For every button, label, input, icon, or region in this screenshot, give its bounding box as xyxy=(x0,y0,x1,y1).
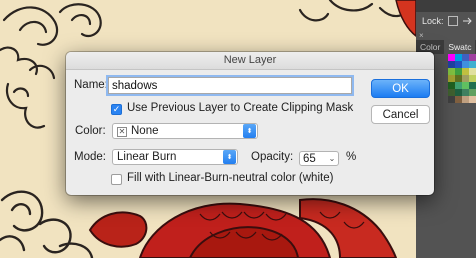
color-select[interactable]: ✕ None ⬍ xyxy=(112,123,258,139)
swatch[interactable] xyxy=(469,68,476,75)
swatch[interactable] xyxy=(448,82,455,89)
panel-top-strip xyxy=(416,0,476,12)
opacity-percent: % xyxy=(346,151,357,163)
swatch[interactable] xyxy=(462,89,469,96)
panel-close-icon[interactable]: × xyxy=(419,31,424,40)
lock-row: Lock: xyxy=(422,16,472,26)
swatch[interactable] xyxy=(448,61,455,68)
lock-position-icon[interactable] xyxy=(462,17,472,25)
opacity-label: Opacity: xyxy=(251,151,294,163)
swatch[interactable] xyxy=(462,68,469,75)
ok-button[interactable]: OK xyxy=(371,79,430,98)
color-label: Color: xyxy=(75,125,106,137)
swatch[interactable] xyxy=(469,89,476,96)
swatch[interactable] xyxy=(455,68,462,75)
swatch[interactable] xyxy=(462,54,469,61)
chevron-updown-icon: ⬍ xyxy=(223,150,236,164)
swatch[interactable] xyxy=(469,54,476,61)
blend-mode-select[interactable]: Linear Burn ⬍ xyxy=(112,149,238,165)
swatch[interactable] xyxy=(455,75,462,82)
swatch[interactable] xyxy=(455,96,462,103)
swatch[interactable] xyxy=(462,96,469,103)
fill-neutral-label: Fill with Linear-Burn-neutral color (whi… xyxy=(127,172,334,184)
swatch[interactable] xyxy=(448,54,455,61)
swatch[interactable] xyxy=(455,82,462,89)
dialog-title: New Layer xyxy=(66,52,434,70)
swatch[interactable] xyxy=(462,82,469,89)
chevron-updown-icon: ⬍ xyxy=(243,124,256,138)
swatch[interactable] xyxy=(469,96,476,103)
opacity-value: 65 xyxy=(303,152,316,165)
cancel-button[interactable]: Cancel xyxy=(371,105,430,124)
swatch[interactable] xyxy=(462,75,469,82)
swatch[interactable] xyxy=(469,82,476,89)
swatch[interactable] xyxy=(462,61,469,68)
layer-name-input[interactable] xyxy=(108,77,352,94)
color-select-value: ✕ None xyxy=(113,125,243,137)
fill-neutral-checkbox[interactable] xyxy=(111,174,122,185)
tab-swatches[interactable]: Swatc xyxy=(444,40,476,54)
swatch[interactable] xyxy=(455,54,462,61)
swatch[interactable] xyxy=(448,89,455,96)
swatch[interactable] xyxy=(455,89,462,96)
swatch[interactable] xyxy=(469,61,476,68)
swatch[interactable] xyxy=(448,68,455,75)
swatch-grid xyxy=(448,54,476,103)
mode-label: Mode: xyxy=(74,151,106,163)
swatch[interactable] xyxy=(448,96,455,103)
opacity-input[interactable]: 65 ⌄ xyxy=(299,151,339,166)
swatch[interactable] xyxy=(448,75,455,82)
lock-transparency-icon[interactable] xyxy=(447,16,458,26)
swatch[interactable] xyxy=(455,61,462,68)
new-layer-dialog: New Layer Name: OK Cancel ✓ Use Previous… xyxy=(66,52,434,195)
color-value-text: None xyxy=(131,125,159,137)
no-color-x-icon: ✕ xyxy=(117,126,127,137)
name-label: Name: xyxy=(74,79,108,91)
chevron-down-icon[interactable]: ⌄ xyxy=(326,154,338,163)
swatch[interactable] xyxy=(469,75,476,82)
clipping-mask-checkbox[interactable]: ✓ xyxy=(111,104,122,115)
clipping-mask-label: Use Previous Layer to Create Clipping Ma… xyxy=(127,102,354,114)
blend-mode-value: Linear Burn xyxy=(117,151,177,163)
lock-label: Lock: xyxy=(422,16,444,26)
